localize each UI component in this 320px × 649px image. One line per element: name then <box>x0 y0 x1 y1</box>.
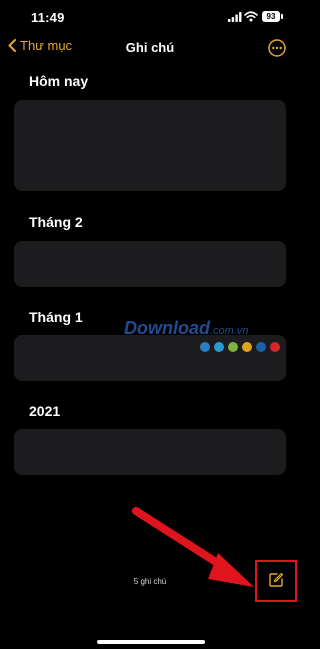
ellipsis-circle-icon[interactable] <box>268 39 286 57</box>
section-title-february: Tháng 2 <box>29 214 83 230</box>
section-title-today: Hôm nay <box>29 73 89 89</box>
note-card-february[interactable] <box>14 241 286 287</box>
watermark-dot <box>228 342 238 352</box>
note-card-2021[interactable] <box>14 429 286 475</box>
note-card-today[interactable] <box>14 100 286 191</box>
watermark-dot <box>214 342 224 352</box>
wifi-icon <box>244 11 258 22</box>
watermark-dot <box>270 342 280 352</box>
status-time: 11:49 <box>31 10 65 25</box>
watermark-dot <box>256 342 266 352</box>
compose-icon[interactable] <box>268 572 284 588</box>
page-title: Ghi chú <box>125 40 175 55</box>
watermark-dots <box>200 342 280 352</box>
battery-cap <box>281 14 283 19</box>
battery-icon: 93 <box>262 11 280 22</box>
watermark-logo: Download.com.vn <box>124 318 249 338</box>
navigation-bar: Thư mục Ghi chú <box>0 34 300 62</box>
status-bar: 11:49 93 <box>0 0 300 34</box>
watermark-dot <box>242 342 252 352</box>
section-title-2021: 2021 <box>29 403 61 419</box>
home-indicator[interactable] <box>97 640 205 644</box>
section-title-january: Tháng 1 <box>29 309 83 325</box>
watermark-dot <box>200 342 210 352</box>
signal-icon <box>228 12 242 22</box>
